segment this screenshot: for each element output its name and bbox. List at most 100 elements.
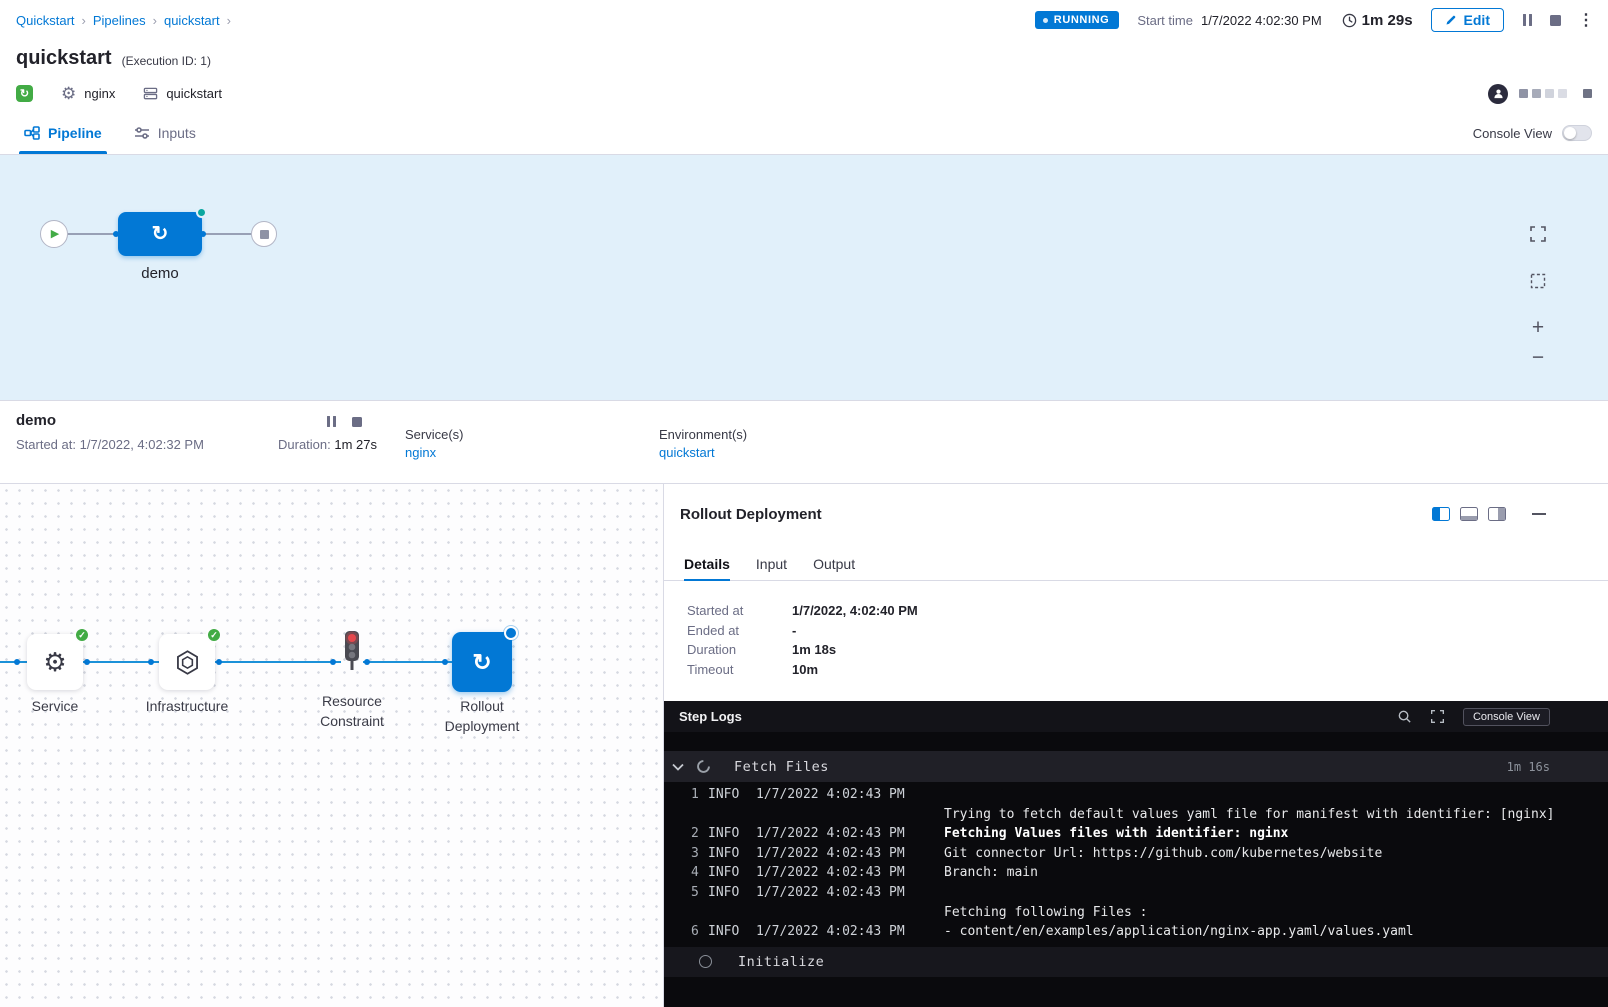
step-detail-panel: Rollout Deployment Details Input Output … (664, 484, 1608, 1007)
meta-row: ↻ ⚙ nginx quickstart (0, 75, 1608, 112)
pipeline-icon (24, 126, 40, 140)
gear-icon: ⚙ (61, 85, 76, 102)
layout-split-right-icon[interactable] (1488, 507, 1506, 521)
pause-execution-button[interactable] (1521, 14, 1533, 26)
service-tag[interactable]: ⚙ nginx (61, 85, 115, 102)
log-body[interactable]: Fetch Files 1m 16s 1 INFO 1/7/2022 4:02:… (664, 732, 1608, 1007)
log-section-initialize[interactable]: Initialize (664, 947, 1608, 977)
tab-output[interactable]: Output (813, 548, 855, 580)
git-connector-link[interactable]: https://github.com/kubernetes/website (1093, 846, 1383, 861)
rollout-icon: ↻ (472, 651, 491, 674)
detail-row-started-at: Started at 1/7/2022, 4:02:40 PM (687, 601, 1592, 621)
meta-tags: ↻ ⚙ nginx quickstart (16, 85, 222, 102)
pipeline-start-node[interactable]: ▶ (40, 220, 68, 248)
abort-execution-button[interactable] (1550, 15, 1561, 26)
console-view-toggle[interactable] (1562, 125, 1592, 141)
environment-icon (143, 86, 158, 101)
chevron-right-icon: › (82, 13, 86, 28)
breadcrumb-link-pipeline-quickstart[interactable]: quickstart (164, 13, 220, 28)
step-label-infrastructure: Infrastructure (132, 696, 242, 716)
stage-status-square[interactable] (1545, 89, 1554, 98)
stage-status-squares (1488, 84, 1592, 104)
play-icon: ▶ (51, 229, 59, 240)
tab-details[interactable]: Details (684, 548, 730, 580)
breadcrumb-link-pipelines[interactable]: Pipelines (93, 13, 146, 28)
stop-icon (260, 230, 269, 239)
hexagon-icon (174, 649, 201, 676)
running-dot-icon (1043, 18, 1048, 23)
sliders-icon (134, 126, 150, 140)
step-node-infrastructure[interactable]: ✓ (159, 634, 215, 690)
step-node-resource-constraint[interactable] (341, 630, 363, 679)
edit-button[interactable]: Edit (1431, 8, 1504, 32)
canvas-fullscreen-button[interactable] (1526, 222, 1550, 246)
pencil-icon (1445, 14, 1457, 26)
step-node-service[interactable]: ⚙ ✓ (27, 634, 83, 690)
toggle-knob (1564, 127, 1576, 139)
stage-status-square[interactable] (1558, 89, 1567, 98)
step-logs-panel: Step Logs Console View (664, 701, 1608, 1007)
step-node-rollout-deployment[interactable]: ↻ (452, 632, 512, 692)
layout-split-bottom-icon[interactable] (1460, 507, 1478, 521)
environment-link[interactable]: quickstart (659, 445, 715, 460)
stage-pause-button[interactable] (325, 416, 337, 427)
stage-status-square[interactable] (1583, 89, 1592, 98)
stage-node-demo[interactable]: ↻ (118, 212, 202, 256)
tab-pipeline[interactable]: Pipeline (24, 112, 102, 154)
chevron-down-icon (672, 763, 684, 771)
user-avatar[interactable] (1488, 84, 1508, 104)
edge-connector-dot (84, 659, 90, 665)
breadcrumb-link-quickstart[interactable]: Quickstart (16, 13, 75, 28)
edit-button-label: Edit (1464, 12, 1490, 28)
detail-row-duration: Duration 1m 18s (687, 640, 1592, 660)
stage-abort-button[interactable] (352, 417, 362, 427)
canvas-zoom-out-button[interactable]: − (1526, 345, 1550, 369)
environments-label: Environment(s) (659, 427, 747, 442)
minimize-panel-icon[interactable] (1532, 513, 1546, 515)
execution-header-actions: RUNNING Start time 1/7/2022 4:02:30 PM 1… (1035, 8, 1594, 32)
status-badge-label: RUNNING (1054, 14, 1110, 26)
edge-connector-dot (442, 659, 448, 665)
pipeline-edge (68, 233, 118, 235)
chevron-right-icon: › (227, 13, 231, 28)
title-row: quickstart (Execution ID: 1) (0, 40, 1608, 75)
tab-inputs[interactable]: Inputs (134, 112, 196, 154)
service-link[interactable]: nginx (405, 445, 436, 460)
stage-details-bar: demo Started at: 1/7/2022, 4:02:32 PM Du… (0, 400, 1608, 484)
status-badge: RUNNING (1035, 11, 1120, 29)
stage-label[interactable]: demo (118, 265, 202, 282)
pipeline-end-node[interactable] (251, 221, 277, 247)
pipeline-canvas[interactable]: ▶ ↻ demo + − (0, 155, 1608, 400)
environment-tag-label: quickstart (166, 86, 222, 101)
console-view-control: Console View (1473, 125, 1592, 141)
log-section-fetch-files[interactable]: Fetch Files 1m 16s (664, 751, 1608, 782)
log-line: 4 INFO 1/7/2022 4:02:43 PM Branch: main (664, 863, 1608, 883)
tab-input[interactable]: Input (756, 548, 787, 580)
canvas-zoom-in-button[interactable]: + (1526, 315, 1550, 339)
stage-status-square[interactable] (1532, 89, 1541, 98)
environment-tag[interactable]: quickstart (143, 86, 222, 101)
log-search-icon[interactable] (1397, 709, 1412, 724)
log-line: 6 INFO 1/7/2022 4:02:43 PM - content/en/… (664, 922, 1608, 942)
start-time-label: Start time (1137, 13, 1193, 28)
more-options-icon[interactable]: ⋮ (1578, 10, 1594, 30)
step-panel-header: Rollout Deployment (664, 484, 1608, 548)
edge-connector-dot (14, 659, 20, 665)
gear-icon: ⚙ (43, 649, 66, 675)
breadcrumb: Quickstart › Pipelines › quickstart › (16, 13, 231, 28)
step-label-resource-constraint: Resource Constraint (297, 691, 407, 732)
view-tab-bar: Pipeline Inputs Console View (0, 112, 1608, 155)
execution-id: (Execution ID: 1) (122, 54, 211, 68)
log-expand-icon[interactable] (1430, 709, 1445, 724)
canvas-select-marquee-button[interactable] (1526, 269, 1550, 293)
log-line: 1 INFO 1/7/2022 4:02:43 PM Trying to fet… (664, 785, 1608, 824)
log-section-name: Fetch Files (734, 759, 1507, 775)
execution-graph[interactable]: ⚙ ✓ Service ✓ Infrastructure (0, 484, 664, 1007)
cd-module-icon: ↻ (16, 85, 33, 102)
layout-split-left-icon[interactable] (1432, 507, 1450, 521)
execution-page: Quickstart › Pipelines › quickstart › RU… (0, 0, 1608, 1007)
step-logs-header: Step Logs Console View (664, 701, 1608, 732)
log-console-view-button[interactable]: Console View (1463, 708, 1550, 726)
detail-row-timeout: Timeout 10m (687, 660, 1592, 680)
stage-status-square[interactable] (1519, 89, 1528, 98)
